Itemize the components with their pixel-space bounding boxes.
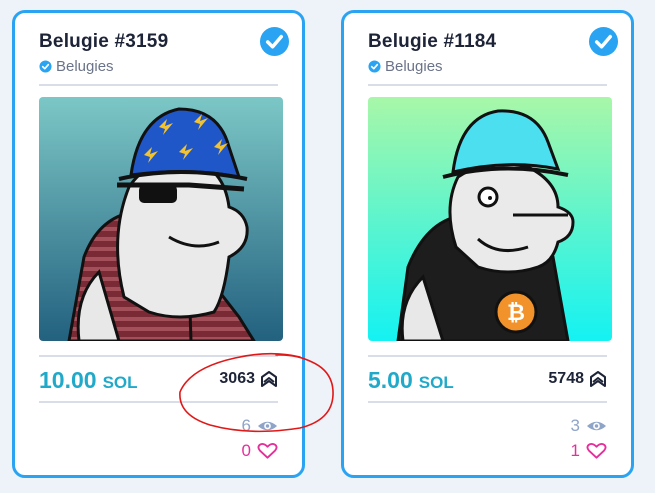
nft-image[interactable]: ₿ <box>368 97 612 341</box>
views-value: 6 <box>241 416 251 435</box>
heart-icon <box>257 442 278 459</box>
like-button[interactable]: 1 <box>571 441 607 461</box>
verified-badge-icon <box>368 60 381 73</box>
price-amount: 5.00 <box>368 367 413 393</box>
divider <box>39 355 278 357</box>
heart-icon <box>586 442 607 459</box>
price: 10.00 SOL <box>39 367 138 394</box>
nft-card[interactable]: Belugie #3159 Belugies 10.00 SOL 3063 6 … <box>12 10 305 478</box>
collection-name: Belugies <box>56 58 114 75</box>
rarity-rank: 3063 <box>219 370 278 388</box>
collection-name: Belugies <box>385 58 443 75</box>
rank-icon <box>590 371 606 387</box>
views-value: 3 <box>570 416 580 435</box>
likes-value: 0 <box>241 441 251 460</box>
divider <box>368 355 607 357</box>
nft-image[interactable] <box>39 97 283 341</box>
likes-value: 1 <box>570 441 580 460</box>
divider <box>368 84 607 86</box>
collection-link[interactable]: Belugies <box>39 58 114 75</box>
eye-icon <box>257 421 278 431</box>
rank-value: 3063 <box>219 370 255 387</box>
nft-title: Belugie #3159 <box>39 31 169 52</box>
views-count: 3 <box>571 416 607 436</box>
collection-link[interactable]: Belugies <box>368 58 443 75</box>
eye-icon <box>586 421 607 431</box>
rank-icon <box>261 371 277 387</box>
divider <box>368 401 607 403</box>
views-count: 6 <box>242 416 278 436</box>
price-amount: 10.00 <box>39 367 97 393</box>
nft-card[interactable]: Belugie #1184 Belugies ₿ 5.00 SOL 5748 3… <box>341 10 634 478</box>
like-button[interactable]: 0 <box>242 441 278 461</box>
rarity-rank: 5748 <box>548 370 607 388</box>
verified-badge-icon <box>39 60 52 73</box>
price-currency: SOL <box>102 373 138 392</box>
verified-check-icon <box>588 26 619 57</box>
svg-text:₿: ₿ <box>507 301 525 326</box>
divider <box>39 401 278 403</box>
price: 5.00 SOL <box>368 367 454 394</box>
price-currency: SOL <box>418 373 454 392</box>
verified-check-icon <box>259 26 290 57</box>
nft-title: Belugie #1184 <box>368 31 497 52</box>
rank-value: 5748 <box>548 370 584 387</box>
divider <box>39 84 278 86</box>
